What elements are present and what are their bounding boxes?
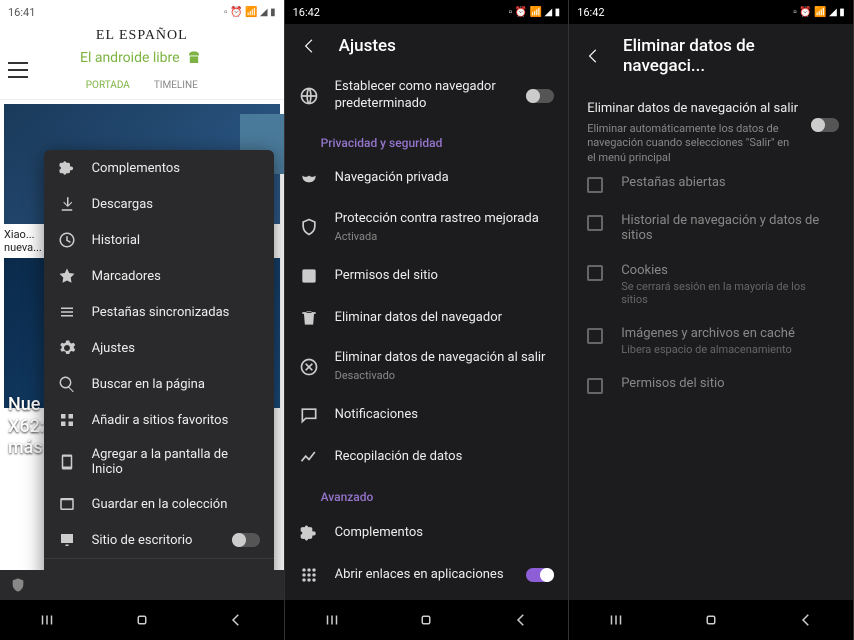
menu-inicio[interactable]: Agregar a la pantalla de Inicio bbox=[44, 438, 274, 486]
check-pestanas[interactable]: Pestañas abiertas bbox=[569, 165, 853, 203]
status-bar: 16:41 ▫ ⏰ 📶 ◢ ▮ bbox=[0, 0, 284, 24]
menu-favoritos[interactable]: Añadir a sitios favoritos bbox=[44, 402, 274, 438]
checkbox[interactable] bbox=[587, 177, 603, 193]
check-historial[interactable]: Historial de navegación y datos de sitio… bbox=[569, 203, 853, 253]
setting-notificaciones[interactable]: Notificaciones bbox=[285, 394, 569, 436]
hamburger-icon[interactable] bbox=[8, 62, 28, 78]
setting-permisos[interactable]: Permisos del sitio bbox=[285, 255, 569, 297]
recents-icon[interactable] bbox=[38, 611, 56, 629]
status-time: 16:41 bbox=[8, 6, 35, 19]
setting-proteccion[interactable]: Protección contra rastreo mejoradaActiva… bbox=[285, 200, 569, 255]
default-browser-toggle[interactable] bbox=[526, 89, 554, 103]
site-logo-sub: El androide libre bbox=[0, 48, 284, 68]
site-logo-top: EL ESPAÑOL bbox=[0, 28, 284, 44]
home-icon[interactable] bbox=[417, 611, 435, 629]
page-title: Eliminar datos de navegaci... bbox=[623, 36, 839, 76]
status-time: 16:42 bbox=[577, 6, 604, 19]
recents-icon[interactable] bbox=[607, 611, 625, 629]
status-bar: 16:42 ▫ ⏰ 📶 ◢ ▮ bbox=[569, 0, 853, 24]
back-arrow-icon[interactable] bbox=[583, 46, 603, 66]
checkbox[interactable] bbox=[587, 265, 603, 281]
checkbox[interactable] bbox=[587, 215, 603, 231]
check-cache[interactable]: Imágenes y archivos en cachéLibera espac… bbox=[569, 316, 853, 366]
permissions-icon bbox=[299, 266, 319, 286]
system-nav bbox=[285, 600, 569, 640]
setting-default-browser[interactable]: Establecer como navegador predeterminado bbox=[285, 68, 569, 124]
tab-portada[interactable]: PORTADA bbox=[86, 80, 130, 91]
tab-timeline[interactable]: TIMELINE bbox=[154, 80, 198, 91]
menu-pestanas-sync[interactable]: Pestañas sincronizadas bbox=[44, 294, 274, 330]
clear-on-exit-toggle[interactable] bbox=[811, 118, 839, 132]
setting-eliminar-salir[interactable]: Eliminar datos de navegación al salirDes… bbox=[285, 339, 569, 394]
check-permisos[interactable]: Permisos del sitio bbox=[569, 366, 853, 404]
checkbox[interactable] bbox=[587, 378, 603, 394]
news-title-2: Nue X62: más bbox=[8, 394, 45, 459]
status-icons: ▫ ⏰ 📶 ◢ ▮ bbox=[224, 7, 276, 18]
open-links-toggle[interactable] bbox=[526, 568, 554, 582]
globe-icon bbox=[299, 86, 319, 106]
page-title: Ajustes bbox=[339, 36, 396, 56]
apps-icon bbox=[299, 565, 319, 585]
back-icon[interactable] bbox=[227, 611, 245, 629]
setting-recopilacion[interactable]: Recopilación de datos bbox=[285, 436, 569, 478]
shield-icon bbox=[299, 217, 319, 237]
menu-escritorio[interactable]: Sitio de escritorio bbox=[44, 522, 274, 558]
setting-complementos[interactable]: Complementos bbox=[285, 512, 569, 554]
setting-clear-on-exit[interactable]: Eliminar datos de navegación al salir El… bbox=[569, 88, 853, 165]
chart-icon bbox=[299, 447, 319, 467]
system-nav bbox=[569, 600, 853, 640]
mask-icon bbox=[299, 169, 319, 189]
status-icons: ▫ ⏰ 📶 ◢ ▮ bbox=[509, 7, 561, 18]
menu-ajustes[interactable]: Ajustes bbox=[44, 330, 274, 366]
desktop-toggle[interactable] bbox=[232, 533, 260, 547]
section-avanzado: Avanzado bbox=[285, 478, 569, 512]
url-bar[interactable] bbox=[0, 570, 284, 600]
browser-menu: Complementos Descargas Historial Marcado… bbox=[44, 150, 274, 603]
menu-coleccion[interactable]: Guardar en la colección bbox=[44, 486, 274, 522]
menu-marcadores[interactable]: Marcadores bbox=[44, 258, 274, 294]
back-icon[interactable] bbox=[797, 611, 815, 629]
check-cookies[interactable]: CookiesSe cerrará sesión en la mayoría d… bbox=[569, 253, 853, 316]
status-icons: ▫ ⏰ 📶 ◢ ▮ bbox=[793, 7, 845, 18]
trash-icon bbox=[299, 308, 319, 328]
settings-header: Eliminar datos de navegaci... bbox=[569, 24, 853, 88]
setting-abrir-enlaces[interactable]: Abrir enlaces en aplicaciones bbox=[285, 554, 569, 596]
menu-buscar[interactable]: Buscar en la página bbox=[44, 366, 274, 402]
home-icon[interactable] bbox=[702, 611, 720, 629]
back-icon[interactable] bbox=[512, 611, 530, 629]
close-circle-icon bbox=[299, 357, 319, 377]
back-arrow-icon[interactable] bbox=[299, 36, 319, 56]
menu-descargas[interactable]: Descargas bbox=[44, 186, 274, 222]
recents-icon[interactable] bbox=[323, 611, 341, 629]
setting-nav-privada[interactable]: Navegación privada bbox=[285, 158, 569, 200]
status-time: 16:42 bbox=[293, 6, 320, 19]
setting-eliminar-datos[interactable]: Eliminar datos del navegador bbox=[285, 297, 569, 339]
checkbox[interactable] bbox=[587, 328, 603, 344]
system-nav bbox=[0, 600, 284, 640]
shield-icon bbox=[10, 577, 26, 593]
chat-icon bbox=[299, 405, 319, 425]
status-bar: 16:42 ▫ ⏰ 📶 ◢ ▮ bbox=[285, 0, 569, 24]
site-tabs[interactable]: PORTADA TIMELINE bbox=[0, 72, 284, 100]
section-privacy: Privacidad y seguridad bbox=[285, 124, 569, 158]
home-icon[interactable] bbox=[133, 611, 151, 629]
settings-header: Ajustes bbox=[285, 24, 569, 68]
menu-historial[interactable]: Historial bbox=[44, 222, 274, 258]
menu-complementos[interactable]: Complementos bbox=[44, 150, 274, 186]
puzzle-icon bbox=[299, 523, 319, 543]
